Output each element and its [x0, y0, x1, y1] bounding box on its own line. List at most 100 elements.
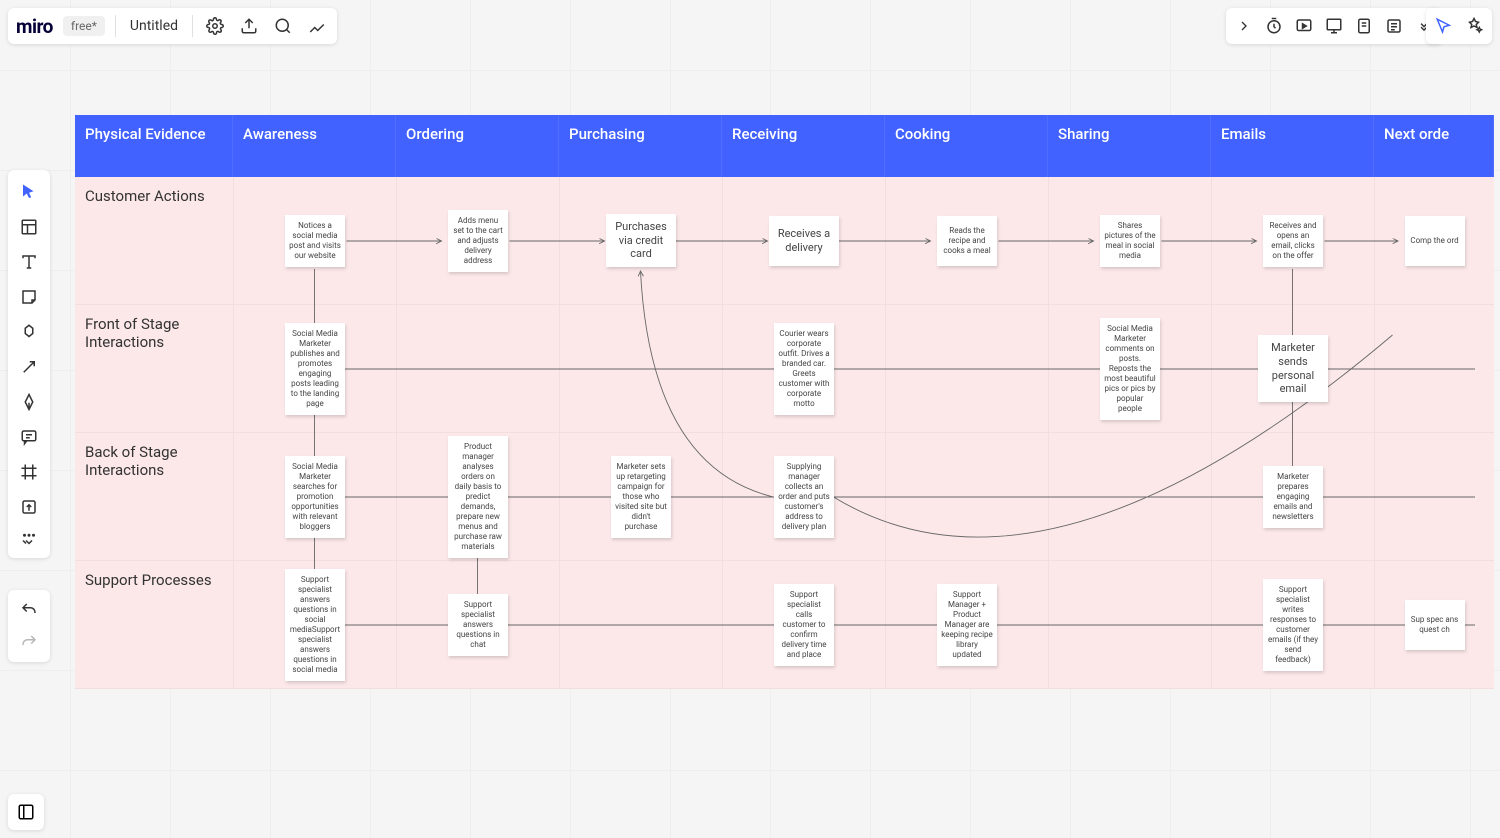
- sticky-tool[interactable]: [13, 281, 45, 313]
- cell-front-purch[interactable]: [559, 305, 722, 433]
- cursor-tracking-icon[interactable]: [1432, 14, 1456, 38]
- sticky-supp-aware[interactable]: Support specialist answers questions in …: [285, 569, 345, 681]
- cell-back-next[interactable]: [1374, 433, 1494, 561]
- column-header-email[interactable]: Emails: [1211, 115, 1374, 177]
- board-title[interactable]: Untitled: [126, 18, 182, 34]
- row-label-back[interactable]: Back of Stage Interactions: [75, 433, 233, 561]
- sticky-cust-cook[interactable]: Reads the recipe and cooks a meal: [937, 216, 997, 266]
- comment-tool[interactable]: [13, 421, 45, 453]
- sticky-front-share[interactable]: Social Media Marketer comments on posts.…: [1100, 318, 1160, 420]
- upload-tool[interactable]: [13, 491, 45, 523]
- cell-back-purch[interactable]: Marketer sets up retargeting campaign fo…: [559, 433, 722, 561]
- sticky-cust-email[interactable]: Receives and opens an email, clicks on t…: [1263, 215, 1323, 267]
- cell-front-email[interactable]: Marketer sends personal email: [1211, 305, 1374, 433]
- top-toolbar-right-2: [1426, 8, 1492, 44]
- sticky-back-order[interactable]: Product manager analyses orders on daily…: [448, 436, 508, 558]
- cell-front-recv[interactable]: Courier wears corporate outfit. Drives a…: [722, 305, 885, 433]
- cell-cust-share[interactable]: Shares pictures of the meal in social me…: [1048, 177, 1211, 305]
- chevron-right-icon[interactable]: [1232, 14, 1256, 38]
- more-tools[interactable]: [13, 526, 45, 552]
- sticky-front-recv[interactable]: Courier wears corporate outfit. Drives a…: [774, 323, 834, 415]
- divider: [115, 15, 116, 37]
- cell-back-aware[interactable]: Social Media Marketer searches for promo…: [233, 433, 396, 561]
- cell-supp-order[interactable]: Support specialist answers questions in …: [396, 561, 559, 689]
- text-tool[interactable]: [13, 246, 45, 278]
- cell-supp-email[interactable]: Support specialist writes responses to c…: [1211, 561, 1374, 689]
- sticky-supp-email[interactable]: Support specialist writes responses to c…: [1263, 579, 1323, 671]
- reactions-icon[interactable]: [1462, 14, 1486, 38]
- cell-front-aware[interactable]: Social Media Marketer publishes and prom…: [233, 305, 396, 433]
- row-label-front[interactable]: Front of Stage Interactions: [75, 305, 233, 433]
- presentation-icon[interactable]: [1322, 14, 1346, 38]
- cell-supp-aware[interactable]: Support specialist answers questions in …: [233, 561, 396, 689]
- templates-tool[interactable]: [13, 211, 45, 243]
- minimap-button[interactable]: [8, 794, 44, 830]
- sticky-cust-next[interactable]: Comp the ord: [1405, 216, 1465, 266]
- column-header-share[interactable]: Sharing: [1048, 115, 1211, 177]
- cell-back-email[interactable]: Marketer prepares engaging emails and ne…: [1211, 433, 1374, 561]
- present-icon[interactable]: [1292, 14, 1316, 38]
- sticky-front-email[interactable]: Marketer sends personal email: [1258, 335, 1328, 402]
- cell-cust-recv[interactable]: Receives a delivery: [722, 177, 885, 305]
- shapes-tool[interactable]: [13, 316, 45, 348]
- sticky-cust-aware[interactable]: Notices a social media post and visits o…: [285, 215, 345, 267]
- plan-badge[interactable]: free*: [63, 16, 105, 36]
- column-header-order[interactable]: Ordering: [396, 115, 559, 177]
- frame-tool[interactable]: [13, 456, 45, 488]
- export-icon[interactable]: [237, 14, 261, 38]
- sticky-cust-recv[interactable]: Receives a delivery: [769, 216, 839, 266]
- sticky-supp-order[interactable]: Support specialist answers questions in …: [448, 594, 508, 656]
- redo-button[interactable]: [13, 626, 45, 658]
- row-label-supp[interactable]: Support Processes: [75, 561, 233, 689]
- sticky-back-aware[interactable]: Social Media Marketer searches for promo…: [285, 456, 345, 538]
- sticky-back-recv[interactable]: Supplying manager collects an order and …: [774, 456, 834, 538]
- cell-cust-order[interactable]: Adds menu set to the cart and adjusts de…: [396, 177, 559, 305]
- connector-tool[interactable]: [13, 351, 45, 383]
- column-header-recv[interactable]: Receiving: [722, 115, 885, 177]
- cell-back-recv[interactable]: Supplying manager collects an order and …: [722, 433, 885, 561]
- cell-back-cook[interactable]: [885, 433, 1048, 561]
- sticky-cust-order[interactable]: Adds menu set to the cart and adjusts de…: [448, 210, 508, 272]
- column-header-next[interactable]: Next orde: [1374, 115, 1494, 177]
- logo[interactable]: miro: [16, 15, 53, 38]
- cell-supp-next[interactable]: Sup spec ans quest ch: [1374, 561, 1494, 689]
- sticky-supp-cook[interactable]: Support Manager + Product Manager are ke…: [937, 584, 997, 666]
- settings-icon[interactable]: [203, 14, 227, 38]
- cell-cust-purch[interactable]: Purchases via credit card: [559, 177, 722, 305]
- undo-button[interactable]: [13, 594, 45, 626]
- column-header-purch[interactable]: Purchasing: [559, 115, 722, 177]
- row-label-cust[interactable]: Customer Actions: [75, 177, 233, 305]
- column-header-aware[interactable]: Awareness: [233, 115, 396, 177]
- pen-tool[interactable]: [13, 386, 45, 418]
- cell-cust-email[interactable]: Receives and opens an email, clicks on t…: [1211, 177, 1374, 305]
- cell-back-share[interactable]: [1048, 433, 1211, 561]
- cell-back-order[interactable]: Product manager analyses orders on daily…: [396, 433, 559, 561]
- sticky-back-email[interactable]: Marketer prepares engaging emails and ne…: [1263, 466, 1323, 528]
- column-header-phys[interactable]: Physical Evidence: [75, 115, 233, 177]
- select-tool[interactable]: [13, 176, 45, 208]
- cell-supp-cook[interactable]: Support Manager + Product Manager are ke…: [885, 561, 1048, 689]
- cell-cust-cook[interactable]: Reads the recipe and cooks a meal: [885, 177, 1048, 305]
- cell-supp-purch[interactable]: [559, 561, 722, 689]
- sticky-supp-recv[interactable]: Support specialist calls customer to con…: [774, 584, 834, 666]
- cell-front-order[interactable]: [396, 305, 559, 433]
- plug-icon[interactable]: [305, 14, 329, 38]
- timer-icon[interactable]: [1262, 14, 1286, 38]
- cell-front-cook[interactable]: [885, 305, 1048, 433]
- cell-cust-next[interactable]: Comp the ord: [1374, 177, 1494, 305]
- search-icon[interactable]: [271, 14, 295, 38]
- cell-cust-aware[interactable]: Notices a social media post and visits o…: [233, 177, 396, 305]
- list-icon[interactable]: [1382, 14, 1406, 38]
- sticky-cust-purch[interactable]: Purchases via credit card: [606, 214, 676, 267]
- cell-supp-recv[interactable]: Support specialist calls customer to con…: [722, 561, 885, 689]
- sticky-back-purch[interactable]: Marketer sets up retargeting campaign fo…: [611, 456, 671, 538]
- column-header-cook[interactable]: Cooking: [885, 115, 1048, 177]
- service-blueprint-board[interactable]: Physical EvidenceAwarenessOrderingPurcha…: [75, 115, 1500, 689]
- cell-front-share[interactable]: Social Media Marketer comments on posts.…: [1048, 305, 1211, 433]
- sticky-supp-next[interactable]: Sup spec ans quest ch: [1405, 600, 1465, 650]
- sticky-cust-share[interactable]: Shares pictures of the meal in social me…: [1100, 215, 1160, 267]
- cell-supp-share[interactable]: [1048, 561, 1211, 689]
- cell-front-next[interactable]: [1374, 305, 1494, 433]
- sticky-front-aware[interactable]: Social Media Marketer publishes and prom…: [285, 323, 345, 415]
- notes-icon[interactable]: [1352, 14, 1376, 38]
